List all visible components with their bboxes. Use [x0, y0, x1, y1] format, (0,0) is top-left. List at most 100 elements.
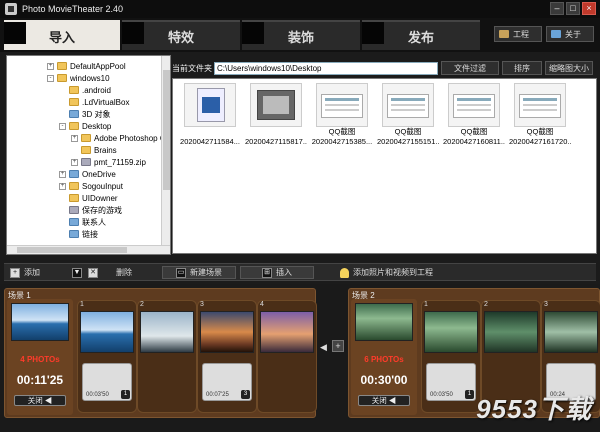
tree-item[interactable]: 链接: [59, 228, 98, 240]
sort-button[interactable]: 排序: [502, 61, 542, 75]
folder-icon: [69, 182, 79, 190]
file-item[interactable]: QQ截图 20200427155151...: [377, 83, 439, 163]
tree-item[interactable]: .LdVirtualBox: [59, 96, 129, 108]
folder-icon: [81, 146, 91, 154]
tab-corner-mark: [242, 22, 264, 44]
slide-item[interactable]: 4: [257, 300, 317, 413]
slide-item[interactable]: 1 00:03'50 1: [421, 300, 481, 413]
tree-item[interactable]: 联系人: [59, 216, 106, 228]
slide-photo[interactable]: [484, 311, 538, 353]
slide-photo[interactable]: [260, 311, 314, 353]
tree-horizontal-scrollbar[interactable]: [7, 245, 170, 254]
minimize-button[interactable]: –: [550, 2, 564, 15]
file-item[interactable]: QQ截图 2020042715385...: [311, 83, 373, 163]
tree-item[interactable]: + DefaultAppPool: [47, 60, 126, 72]
folder-tree[interactable]: + DefaultAppPool - windows10 .android .LdVirt…: [6, 55, 171, 255]
path-input[interactable]: C:\Users\windows10\Desktop: [214, 61, 438, 75]
tree-item[interactable]: - Desktop: [59, 120, 111, 132]
slide-photo[interactable]: [424, 311, 478, 353]
folder-icon: [69, 194, 79, 202]
slide-number: 1: [80, 301, 84, 308]
tree-item[interactable]: .android: [59, 84, 111, 96]
about-button[interactable]: 关于: [546, 26, 594, 42]
tree-item[interactable]: + OneDrive: [59, 168, 116, 180]
tree-item[interactable]: + Adobe Photoshop C: [71, 132, 166, 144]
project-button[interactable]: 工程: [494, 26, 542, 42]
file-label: [179, 127, 241, 137]
insert-button[interactable]: ⊞ 插入: [240, 266, 314, 279]
slide-number: 3: [200, 301, 204, 308]
tree-item[interactable]: Brains: [71, 144, 117, 156]
file-item[interactable]: 20200427115817...: [245, 83, 307, 163]
expand-icon[interactable]: +: [59, 182, 66, 190]
expand-icon[interactable]: +: [71, 134, 78, 142]
maximize-button[interactable]: □: [566, 2, 580, 15]
tree-item-label: OneDrive: [82, 169, 116, 179]
slide-item[interactable]: 2: [137, 300, 197, 413]
folder-icon: [69, 86, 79, 94]
hint-label: 添加照片和视频到工程: [353, 268, 433, 277]
slide-photo[interactable]: [140, 311, 194, 353]
transition-thumbnail[interactable]: 00:03'50 1: [426, 363, 476, 401]
tab-effects[interactable]: 特效: [122, 20, 240, 50]
new-scene-button[interactable]: ▭ 新建场景: [162, 266, 236, 279]
tab-decorate-label: 装饰: [287, 29, 314, 45]
app-icon: [5, 3, 17, 15]
file-item[interactable]: QQ截图 20200427160811...: [443, 83, 505, 163]
tree-item[interactable]: 3D 对象: [59, 108, 110, 120]
folder-icon: [69, 122, 79, 130]
tree-item[interactable]: 保存的游戏: [59, 204, 122, 216]
add-scene-button[interactable]: +: [332, 340, 344, 352]
transition-thumbnail[interactable]: 00:07'25 3: [202, 363, 252, 401]
expand-icon[interactable]: +: [71, 158, 78, 166]
image-thumbnail: [514, 83, 566, 127]
thumbnail-size-button[interactable]: 缩略图大小: [545, 61, 593, 75]
expand-icon[interactable]: +: [47, 62, 54, 70]
slide-item[interactable]: 1 00:03'50 1: [77, 300, 137, 413]
add-button[interactable]: + 添加: [10, 266, 68, 279]
file-item[interactable]: 2020042711584...: [179, 83, 241, 163]
image-thumbnail: [448, 83, 500, 127]
tab-import[interactable]: 导入: [4, 20, 120, 50]
add-dropdown-button[interactable]: ▼: [72, 266, 86, 279]
tab-import-label: 导入: [48, 29, 75, 45]
collapse-icon[interactable]: -: [47, 74, 54, 82]
scroll-left-icon[interactable]: ◀: [320, 342, 327, 353]
transition-duration: 00:07'25: [206, 392, 229, 398]
watermark: 9553下载: [476, 394, 592, 424]
slide-photo[interactable]: [544, 311, 598, 353]
collapse-icon[interactable]: -: [59, 122, 66, 130]
tab-decorate[interactable]: 装饰: [242, 20, 360, 50]
tree-item-label: 保存的游戏: [82, 205, 122, 215]
transition-thumbnail[interactable]: 00:03'50 1: [82, 363, 132, 401]
new-scene-icon: ▭: [176, 267, 186, 278]
expand-icon[interactable]: +: [59, 170, 66, 178]
scene-block[interactable]: 场景 14 PHOTOs 00:11'25 关闭 ◀ 1 00:03'50 1 2 3 00:0…: [4, 288, 317, 418]
file-item[interactable]: QQ截图 20200427161720...: [509, 83, 571, 163]
slide-item[interactable]: 3 00:07'25 3: [197, 300, 257, 413]
delete-button[interactable]: ✕ 删除: [88, 266, 148, 279]
file-browser[interactable]: 2020042711584... 20200427115817... QQ截图 202…: [172, 78, 597, 254]
tab-effects-label: 特效: [167, 29, 194, 45]
file-name: 20200427161720...: [509, 137, 571, 146]
about-label: 关于: [565, 29, 581, 39]
tree-vertical-scrollbar[interactable]: [161, 56, 170, 254]
scene-close-button[interactable]: 关闭 ◀: [358, 395, 410, 406]
slide-photo[interactable]: [80, 311, 134, 353]
slide-photo[interactable]: [200, 311, 254, 353]
close-button[interactable]: ×: [582, 2, 596, 15]
file-name: 2020042715385...: [311, 137, 373, 146]
tree-item[interactable]: + SogouInput: [59, 180, 123, 192]
tab-publish[interactable]: 发布: [362, 20, 480, 50]
transition-duration: 00:03'50: [430, 392, 453, 398]
tree-item[interactable]: - windows10: [47, 72, 110, 84]
tree-item-label: 链接: [82, 229, 98, 239]
scene-close-button[interactable]: 关闭 ◀: [14, 395, 66, 406]
tree-item[interactable]: UIDowner: [59, 192, 118, 204]
tree-item-label: 联系人: [82, 217, 106, 227]
tree-item-label: .LdVirtualBox: [82, 97, 130, 107]
tree-item[interactable]: + pmt_71159.zip: [71, 156, 146, 168]
image-thumbnail: [316, 83, 368, 127]
file-filter-button[interactable]: 文件过滤: [441, 61, 499, 75]
image-thumbnail: [382, 83, 434, 127]
